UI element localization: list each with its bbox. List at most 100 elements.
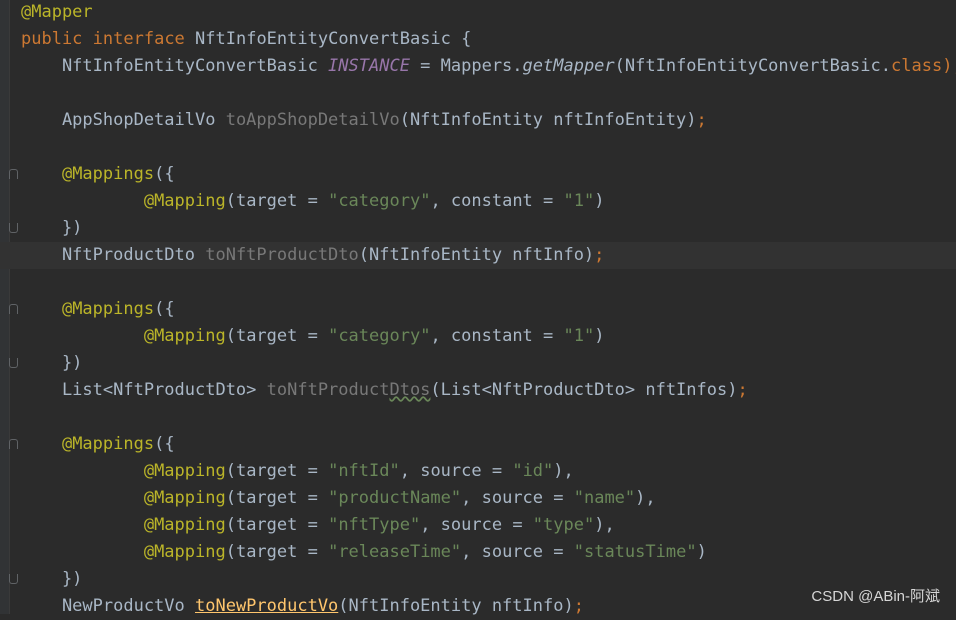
code-token: toAppShopDetailVo — [225, 110, 400, 130]
code-token: @Mappings — [61, 299, 155, 319]
code-line[interactable]: public interface NftInfoEntityConvertBas… — [0, 26, 956, 53]
code-token: @Mapping — [143, 515, 226, 535]
code-token: ), — [594, 515, 615, 535]
code-token: (List<NftProductDto> nftInfos) — [430, 380, 738, 400]
code-token: , source = — [420, 515, 533, 535]
code-line[interactable]: @Mapping(target = "productName", source … — [0, 485, 956, 512]
code-line[interactable]: NftInfoEntityConvertBasic INSTANCE = Map… — [0, 53, 956, 80]
code-token: ) — [696, 542, 707, 562]
code-line[interactable]: @Mappings({ — [0, 431, 956, 458]
code-token: NewProductVo — [21, 596, 195, 616]
code-token: ) — [594, 191, 605, 211]
code-token: (target = — [225, 542, 329, 562]
code-token: , source = — [461, 542, 574, 562]
code-token: @Mapping — [143, 542, 226, 562]
fold-marker-icon[interactable] — [9, 574, 18, 584]
code-line[interactable]: }) — [0, 350, 956, 377]
code-token: "category" — [328, 326, 431, 346]
code-token: "statusTime" — [573, 542, 697, 562]
code-token: (target = — [225, 326, 329, 346]
code-token: class — [891, 56, 943, 76]
code-line[interactable] — [0, 80, 956, 107]
fold-marker-icon[interactable] — [9, 169, 18, 179]
code-token: ) — [594, 326, 605, 346]
code-token: (NftInfoEntityConvertBasic. — [614, 56, 891, 76]
code-token: }) — [21, 569, 83, 589]
code-token: @Mapping — [143, 461, 226, 481]
code-editor[interactable]: @Mapper public interface NftInfoEntityCon… — [0, 0, 956, 616]
code-token: "nftType" — [328, 515, 421, 535]
code-line[interactable]: @Mapper — [0, 0, 956, 26]
code-token: "category" — [328, 191, 431, 211]
code-token: , constant = — [430, 326, 564, 346]
code-token: @Mapper — [21, 2, 93, 22]
code-token: List<NftProductDto> — [21, 380, 267, 400]
code-token: toNftProductDtos — [266, 380, 431, 400]
code-token: INSTANCE — [328, 56, 410, 76]
code-line[interactable]: @Mappings({ — [0, 161, 956, 188]
code-line[interactable]: List<NftProductDto> toNftProductDtos(Lis… — [0, 377, 956, 404]
fold-marker-icon[interactable] — [9, 439, 18, 449]
code-line[interactable]: @Mapping(target = "nftType", source = "t… — [0, 512, 956, 539]
code-token: ); — [942, 56, 956, 76]
code-token: = Mappers. — [409, 56, 523, 76]
code-token: (target = — [225, 488, 329, 508]
code-token: }) — [21, 353, 83, 373]
code-token: NftProductDto — [21, 245, 206, 265]
code-token: ; — [696, 110, 707, 130]
code-token: ({ — [154, 299, 175, 319]
code-line[interactable]: NftProductDto toNftProductDto(NftInfoEnt… — [0, 242, 956, 269]
code-token: "nftId" — [328, 461, 400, 481]
code-token: ({ — [154, 434, 175, 454]
code-token: (target = — [225, 515, 329, 535]
code-token: NftInfoEntityConvertBasic { — [184, 29, 472, 49]
code-token: @Mappings — [61, 434, 155, 454]
code-line[interactable]: AppShopDetailVo toAppShopDetailVo(NftInf… — [0, 107, 956, 134]
code-line[interactable]: @Mapping(target = "releaseTime", source … — [0, 539, 956, 566]
code-token: "1" — [563, 326, 595, 346]
code-line[interactable] — [0, 134, 956, 161]
code-token: ({ — [154, 164, 175, 184]
code-line[interactable]: @Mapping(target = "category", constant =… — [0, 323, 956, 350]
code-line[interactable]: }) — [0, 215, 956, 242]
code-token: "releaseTime" — [328, 542, 462, 562]
fold-marker-icon[interactable] — [9, 304, 18, 314]
code-token: , source = — [461, 488, 574, 508]
code-token: ), — [553, 461, 574, 481]
code-line[interactable]: @Mapping(target = "category", constant =… — [0, 188, 956, 215]
code-token: (NftInfoEntity nftInfo) — [358, 245, 595, 265]
code-line[interactable]: @Mappings({ — [0, 296, 956, 323]
code-line[interactable] — [0, 269, 956, 296]
code-token: "productName" — [328, 488, 462, 508]
code-token: "id" — [512, 461, 554, 481]
code-token: NftInfoEntityConvertBasic — [21, 56, 329, 76]
code-token: (NftInfoEntity nftInfo) — [338, 596, 574, 616]
code-token: @Mapping — [143, 326, 226, 346]
code-token: AppShopDetailVo — [21, 110, 226, 130]
fold-marker-icon[interactable] — [9, 223, 18, 233]
code-token: @Mapping — [143, 191, 226, 211]
code-token: (target = — [225, 461, 329, 481]
code-token: interface — [92, 29, 185, 49]
watermark-text: CSDN @ABin-阿斌 — [811, 588, 940, 605]
code-token: ; — [737, 380, 748, 400]
code-token: , constant = — [430, 191, 564, 211]
code-token: }) — [21, 218, 83, 238]
code-token: (NftInfoEntity nftInfoEntity) — [399, 110, 697, 130]
code-token: ; — [594, 245, 605, 265]
fold-marker-icon[interactable] — [9, 358, 18, 368]
code-token: "name" — [573, 488, 636, 508]
code-token: @Mappings — [61, 164, 155, 184]
code-token: toNftProductDto — [205, 245, 359, 265]
code-line[interactable] — [0, 404, 956, 431]
code-line[interactable]: @Mapping(target = "nftId", source = "id"… — [0, 458, 956, 485]
